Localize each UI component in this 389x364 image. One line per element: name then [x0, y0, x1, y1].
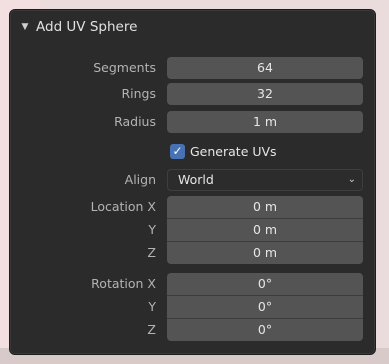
panel-title: Add UV Sphere — [36, 19, 138, 35]
rings-field[interactable]: 32 — [167, 83, 363, 105]
rotation-z-field[interactable]: 0° — [167, 319, 363, 341]
segments-label: Segments — [93, 60, 156, 75]
rotation-x-field[interactable]: 0° — [167, 273, 363, 295]
generate-uvs-checkbox[interactable]: ✓ Generate UVs — [167, 140, 277, 162]
location-y-label: Y — [148, 222, 156, 237]
location-z-label: Z — [147, 245, 156, 260]
radius-field[interactable]: 1 m — [167, 111, 363, 133]
align-dropdown[interactable]: World ⌄ — [167, 169, 363, 191]
location-y-field[interactable]: 0 m — [167, 219, 363, 241]
location-x-field[interactable]: 0 m — [167, 196, 363, 218]
checkmark-icon[interactable]: ✓ — [170, 143, 185, 159]
triangle-down-icon[interactable]: ▼ — [14, 22, 36, 32]
rotation-y-field[interactable]: 0° — [167, 296, 363, 318]
segments-field[interactable]: 64 — [167, 57, 363, 79]
rings-label: Rings — [121, 86, 156, 101]
align-value: World — [178, 172, 214, 187]
panel-header[interactable]: ▼ Add UV Sphere — [10, 10, 375, 44]
rotation-y-label: Y — [148, 299, 156, 314]
operator-panel: ▼ Add UV Sphere Segments 64 Rings 32 Rad… — [9, 9, 376, 355]
rotation-z-label: Z — [147, 322, 156, 337]
location-z-field[interactable]: 0 m — [167, 242, 363, 264]
viewport-background: ▼ Add UV Sphere Segments 64 Rings 32 Rad… — [0, 0, 389, 364]
radius-label: Radius — [114, 114, 156, 129]
align-label: Align — [124, 172, 156, 187]
chevron-down-icon: ⌄ — [347, 174, 356, 185]
generate-uvs-label: Generate UVs — [190, 143, 277, 159]
location-x-label: Location X — [90, 199, 156, 214]
rotation-x-label: Rotation X — [91, 276, 156, 291]
